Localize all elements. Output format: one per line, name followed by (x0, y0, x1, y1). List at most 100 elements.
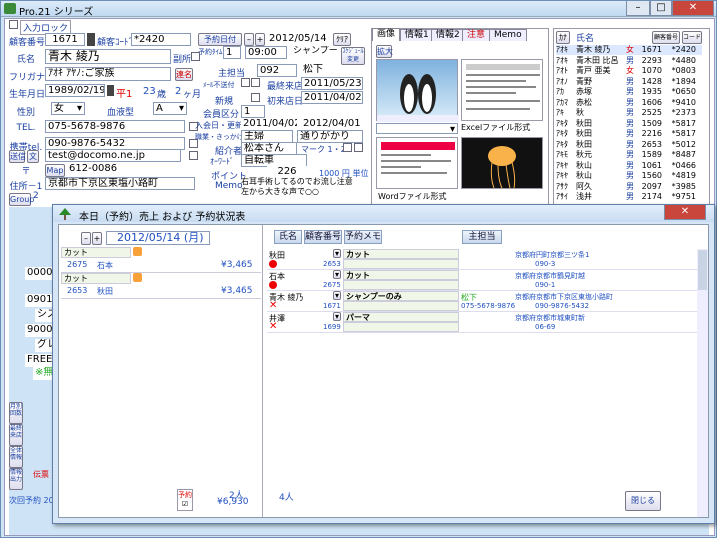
back-row-6[interactable]: FREE01 (25, 354, 55, 367)
dialog-close-button[interactable]: ✕ (664, 205, 706, 220)
list-code-header[interactable]: コード (682, 31, 702, 44)
date-prev-button[interactable]: – (81, 232, 91, 245)
tab-info2[interactable]: 情報2 (431, 29, 465, 41)
schedule-button[interactable]: ｽｹｼﾞｭｰﾙ 変更 (341, 47, 365, 65)
reservation-row[interactable]: 秋田 2653 ▾ カット 京都府円町京都三ツ条1 090-3 (267, 249, 697, 270)
list-no-header[interactable]: 顧客番号 (652, 31, 680, 44)
sales-row[interactable]: カット 2653 秋田 ¥3,465 (61, 273, 261, 299)
first-visit-field[interactable]: 2011/04/02 (301, 91, 363, 104)
customer-list-item[interactable]: ｱｷ 秋 男 2525 *2373 (556, 108, 702, 118)
name-field[interactable]: 青木 綾乃 (45, 49, 171, 64)
customer-list-item[interactable]: ｱｷﾔ 秋山 男 1061 *0466 (556, 161, 702, 171)
last-visit-field[interactable]: 2011/05/23 (301, 77, 363, 90)
customer-list-item[interactable]: ｱｻｲ 浅井 男 2174 *9751 (556, 192, 702, 202)
input-lock-checkbox[interactable] (9, 20, 18, 29)
tab-image[interactable]: 画像 (372, 28, 401, 41)
dob-field[interactable]: 1989/02/19 (45, 84, 105, 97)
close-button[interactable]: ✕ (672, 1, 714, 16)
email-checkbox[interactable] (189, 151, 198, 160)
dialog-date-field[interactable]: 2012/05/14 (月) (106, 231, 210, 245)
back-row-4[interactable]: 90004 (25, 324, 55, 337)
customer-list-item[interactable]: ｱｷﾔ 秋山 男 1560 *4819 (556, 171, 702, 181)
reserve-slot-select[interactable]: 1 (223, 46, 241, 59)
mail-checkbox-2[interactable] (251, 78, 260, 87)
image-file-select[interactable]: ▾ (376, 123, 458, 134)
customer-list-item[interactable]: ｱｻｸ 阿久 男 2097 *3985 (556, 182, 702, 192)
customer-list-item[interactable]: ｱｵﾄ 青戸 亜美 女 1070 *0803 (556, 66, 702, 76)
last-visit-button[interactable]: 最終来店 (9, 424, 23, 446)
tab-caution[interactable]: 注意 (462, 29, 491, 41)
mail-checkbox[interactable] (241, 78, 250, 87)
monthly-count-button[interactable]: 月別回数 (9, 402, 23, 424)
minimize-button[interactable]: – (626, 1, 650, 16)
link-button[interactable]: 連名 (175, 68, 193, 81)
address-field[interactable]: 京都市下京区東塩小路町 (45, 177, 195, 190)
dialog-close-action-button[interactable]: 閉じる (625, 491, 661, 511)
map-button[interactable]: Map (45, 164, 65, 177)
customer-list-item[interactable]: ｱｷﾓ 秋元 男 1589 *8487 (556, 150, 702, 160)
header-staff-button[interactable]: 主担当 (462, 230, 502, 244)
reserve-date-field[interactable]: 2012/05/14 (267, 33, 331, 46)
header-no-button[interactable]: 顧客番号 (304, 230, 342, 244)
customer-list-item[interactable]: ｱｷﾀ 秋田 男 2653 *5012 (556, 140, 702, 150)
reserve-menu-field[interactable]: シャンプーのみ (291, 46, 337, 59)
reservation-row[interactable]: 青木 綾乃 ✕ 1671 ▾ シャンプーのみ 松下 京都府京都市下京区東塩小路町 075-56… (267, 291, 697, 312)
tel-field[interactable]: 075-5678-9876 (45, 120, 185, 133)
customer-list-item[interactable]: ｱｵｷ 青木 綾乃 女 1671 *2420 (556, 45, 702, 55)
zip-field[interactable]: 612-0086 (67, 163, 117, 176)
kana-button[interactable]: ｶﾅ (556, 31, 570, 44)
info-output-button[interactable]: 情報出力 (9, 468, 23, 490)
customer-list-item[interactable]: ｱｷﾀ 秋田 男 1509 *5817 (556, 119, 702, 129)
blood-select[interactable]: A ▾ (153, 102, 187, 115)
gender-select[interactable]: 女 ▾ (51, 102, 85, 115)
send-button[interactable]: 送信 (9, 150, 26, 163)
customer-list-item[interactable]: ｱｵｷ 青木田 比呂男 2293 *4480 (556, 56, 702, 66)
reservation-row[interactable]: 井澤 ✕ 1699 ▾ パーマ 京都府京都市城東町新 06-69 (267, 312, 697, 333)
text-button[interactable]: 文 (27, 150, 39, 163)
customer-list-item[interactable]: ｱｷﾀ 秋田 男 2216 *5817 (556, 129, 702, 139)
memo-field[interactable]: 右耳手術してるのでお流し注意 左から大きな声で○○ (241, 177, 371, 197)
row-dropdown-button[interactable]: ▾ (333, 291, 341, 300)
scrollbar-thumb[interactable] (698, 250, 707, 290)
email-field[interactable]: test@docomo.ne.jp (45, 149, 181, 162)
customer-list-item[interactable]: ｱｵﾉ 青野 男 1428 *1894 (556, 77, 702, 87)
reserve-date-button[interactable]: 予約日付 (198, 33, 242, 46)
staff-code-select[interactable]: 092 (257, 64, 297, 77)
row-dropdown-button[interactable]: ▾ (333, 249, 341, 258)
reservation-row[interactable]: 石本 2675 ▾ カット 京都府京都市鶴見町越 090-1 (267, 270, 697, 291)
calendar-icon[interactable] (107, 85, 114, 96)
back-row-2[interactable]: 09012 (25, 294, 55, 307)
group-button[interactable]: Group (9, 193, 34, 206)
sales-customer-no: 2653 (67, 286, 88, 295)
back-row-1[interactable]: 00004 (25, 267, 55, 280)
staff-name-field[interactable]: 松下 (301, 64, 341, 77)
furigana-field[interactable]: ｱｵｷ ｱﾔﾉ:ご家族 (45, 67, 171, 81)
all-info-button[interactable]: 全体情報 (9, 446, 23, 468)
customer-list-item[interactable]: ｱｶ 赤塚 男 1935 *0650 (556, 87, 702, 97)
row-dropdown-button[interactable]: ▾ (333, 270, 341, 279)
customer-code-field[interactable]: *2420 (131, 33, 191, 46)
reserve-date-next[interactable]: + (255, 33, 265, 46)
mark2-checkbox[interactable] (354, 143, 363, 152)
new-checkbox[interactable] (251, 93, 260, 102)
customer-list-item[interactable]: ｱｶﾏ 赤松 男 1606 *9410 (556, 98, 702, 108)
member-select[interactable]: 1 (241, 105, 265, 118)
clear-button[interactable]: ｸﾘｱ (333, 33, 351, 46)
tab-memo[interactable]: Memo (489, 29, 527, 41)
tab-info1[interactable]: 情報1 (400, 29, 434, 41)
sales-row[interactable]: カット 2675 石本 ¥3,465 (61, 247, 261, 273)
date-next-button[interactable]: + (92, 232, 102, 245)
header-name-button[interactable]: 氏名 (274, 230, 302, 244)
trigger-select[interactable]: 通りがかり (297, 130, 363, 143)
reserve-time-field[interactable]: 09:00 (245, 46, 287, 59)
reserve-date-prev[interactable]: – (244, 33, 254, 46)
maximize-button[interactable]: □ (650, 1, 672, 16)
slip-tab[interactable]: 伝票 (33, 469, 49, 480)
scrollbar[interactable] (697, 249, 708, 517)
reserve-toggle[interactable]: 予約 ☑ (177, 489, 193, 511)
customer-no-field[interactable]: 1671 (45, 33, 85, 46)
header-memo-button[interactable]: 予約メモ (344, 230, 382, 244)
row-dropdown-button[interactable]: ▾ (333, 312, 341, 321)
enlarge-button[interactable]: 拡大 (376, 45, 393, 58)
mark1-checkbox[interactable] (343, 143, 352, 152)
